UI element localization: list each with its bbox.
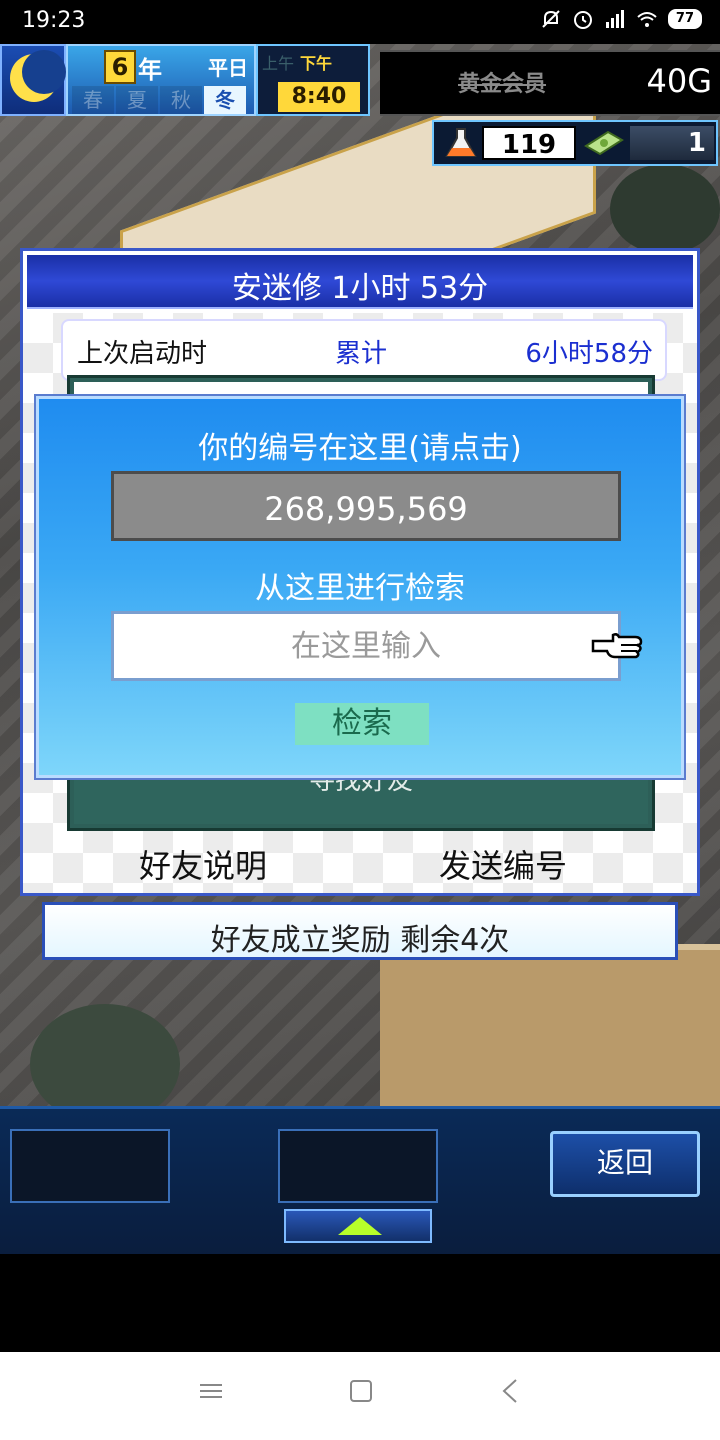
total-time: 6小时58分 bbox=[525, 339, 653, 369]
panel-title: 安迷修 1小时 53分 bbox=[231, 271, 489, 306]
status-bar: 19:23 77 bbox=[0, 0, 720, 44]
research-points: 119 bbox=[482, 126, 576, 160]
season-spring: 春 bbox=[72, 86, 114, 114]
menu-slot-center[interactable] bbox=[278, 1129, 438, 1203]
clock-panel: 上午 下午 8:40 bbox=[256, 44, 370, 116]
signal-icon bbox=[605, 10, 624, 28]
ticket-icon bbox=[584, 130, 624, 156]
gold-amount: 40G bbox=[646, 62, 712, 100]
recent-apps-icon[interactable] bbox=[200, 1384, 222, 1398]
vip-label: 黄金会员 bbox=[458, 72, 547, 97]
mute-icon bbox=[542, 10, 560, 28]
pointing-hand-icon bbox=[591, 633, 643, 659]
season-moon-badge bbox=[0, 44, 66, 116]
wifi-icon bbox=[637, 12, 657, 27]
arrow-up-icon bbox=[338, 1217, 382, 1235]
back-button[interactable]: 返回 bbox=[550, 1131, 700, 1197]
year-number: 6 bbox=[104, 50, 136, 84]
player-id-box[interactable]: 268,995,569 bbox=[111, 471, 621, 541]
season-row: 春 夏 秋 冬 bbox=[72, 86, 246, 114]
status-icons: 77 bbox=[540, 8, 702, 30]
last-start-label: 上次启动时 bbox=[77, 339, 208, 369]
search-dialog: 你的编号在这里(请点击) 268,995,569 从这里进行检索 检索 bbox=[34, 394, 686, 780]
startup-stats: 上次启动时 累计 6小时58分 bbox=[61, 319, 667, 381]
back-arrow-icon[interactable] bbox=[500, 1378, 520, 1404]
pm-label: 下午 bbox=[300, 54, 333, 73]
game-area[interactable]: 6 年 平日 春 夏 秋 冬 上午 下午 8:40 黄金会员 40G 119 1 bbox=[0, 44, 720, 1254]
season-winter: 冬 bbox=[204, 86, 246, 114]
home-icon[interactable] bbox=[350, 1380, 372, 1402]
player-id: 268,995,569 bbox=[264, 490, 468, 528]
system-nav-bar bbox=[0, 1352, 720, 1440]
resource-panel: 119 1 bbox=[432, 120, 718, 166]
season-autumn: 秋 bbox=[160, 86, 202, 114]
tree bbox=[610, 164, 720, 254]
reward-text: 好友成立奖励 剩余4次 bbox=[210, 923, 510, 958]
date-panel: 6 年 平日 春 夏 秋 冬 bbox=[66, 44, 256, 116]
menu-slot-left[interactable] bbox=[10, 1129, 170, 1203]
year-unit: 年 bbox=[138, 56, 162, 84]
status-time: 19:23 bbox=[22, 8, 86, 33]
ticket-count: 1 bbox=[630, 126, 714, 160]
expand-menu-button[interactable] bbox=[284, 1209, 432, 1243]
search-label: 从这里进行检索 bbox=[255, 571, 465, 606]
money-panel: 黄金会员 40G bbox=[380, 50, 720, 116]
search-input[interactable] bbox=[111, 611, 621, 681]
flask-icon bbox=[445, 128, 477, 157]
am-label: 上午 bbox=[262, 54, 295, 73]
bottom-menu: 返回 bbox=[0, 1106, 720, 1254]
total-label: 累计 bbox=[335, 339, 388, 369]
friend-reward-bar: 好友成立奖励 剩余4次 bbox=[42, 902, 678, 960]
search-button[interactable]: 检索 bbox=[295, 703, 429, 745]
ampm-indicator: 上午 下午 bbox=[262, 50, 332, 74]
season-summer: 夏 bbox=[116, 86, 158, 114]
alarm-icon bbox=[573, 11, 592, 29]
battery-icon: 77 bbox=[667, 9, 702, 29]
clock-time: 8:40 bbox=[278, 82, 360, 112]
panel-title-bar: 安迷修 1小时 53分 bbox=[27, 255, 693, 309]
dialog-title: 你的编号在这里(请点击) bbox=[198, 431, 522, 466]
weekday-label: 平日 bbox=[208, 56, 248, 80]
building-wall bbox=[380, 944, 720, 1110]
friend-description-button[interactable]: 好友说明 bbox=[139, 841, 267, 887]
send-id-button[interactable]: 发送编号 bbox=[439, 841, 567, 887]
